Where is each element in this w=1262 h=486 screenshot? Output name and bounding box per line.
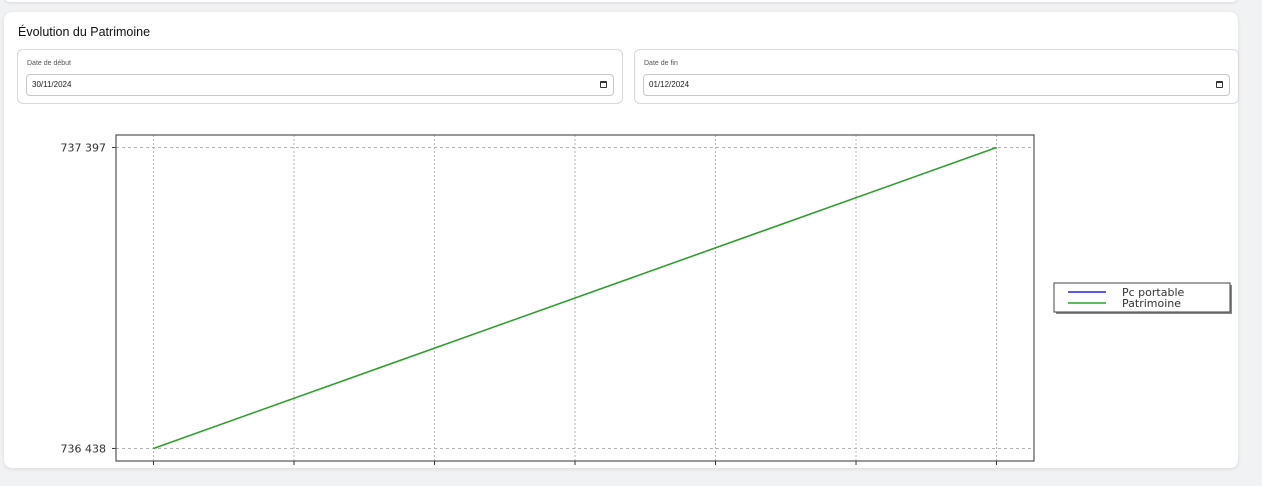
x-tick-label: Sat 20:00 — [829, 466, 882, 468]
patrimoine-chart: Sat 00:00 Sat 04:00 Sat 08:00 Sat 12:00 Sat … — [61, 134, 1232, 468]
x-tick-label: Sat 12:00 — [548, 466, 601, 468]
end-date-input[interactable]: 01/12/2024 — [643, 74, 1230, 96]
start-date-label: Date de début — [27, 60, 71, 67]
y-tick-label: 736 438 — [61, 442, 107, 455]
previous-card — [4, 0, 1238, 2]
calendar-icon[interactable] — [1216, 81, 1223, 88]
section-title: Évolution du Patrimoine — [18, 25, 151, 39]
start-date-value: 30/11/2024 — [32, 80, 72, 89]
y-tick-label: 737 397 — [61, 142, 107, 155]
start-date-input[interactable]: 30/11/2024 — [26, 74, 614, 96]
patrimoine-card: Évolution du Patrimoine Date de début 30… — [4, 12, 1239, 468]
x-tick-label: Sat 04:00 — [267, 466, 320, 468]
x-tick-label: Sat 00:00 — [127, 466, 180, 468]
end-date-group: Date de fin 01/12/2024 — [634, 49, 1239, 104]
calendar-icon[interactable] — [600, 81, 607, 88]
x-tick-label: Sat 16:00 — [689, 466, 742, 468]
end-date-value: 01/12/2024 — [649, 80, 690, 89]
start-date-group: Date de début 30/11/2024 — [17, 49, 623, 104]
end-date-label: Date de fin — [644, 60, 678, 67]
x-tick-label: Sat 08:00 — [408, 466, 461, 468]
x-tick-label: Sun 00:00 — [968, 466, 1024, 468]
legend-label: Patrimoine — [1122, 297, 1181, 310]
